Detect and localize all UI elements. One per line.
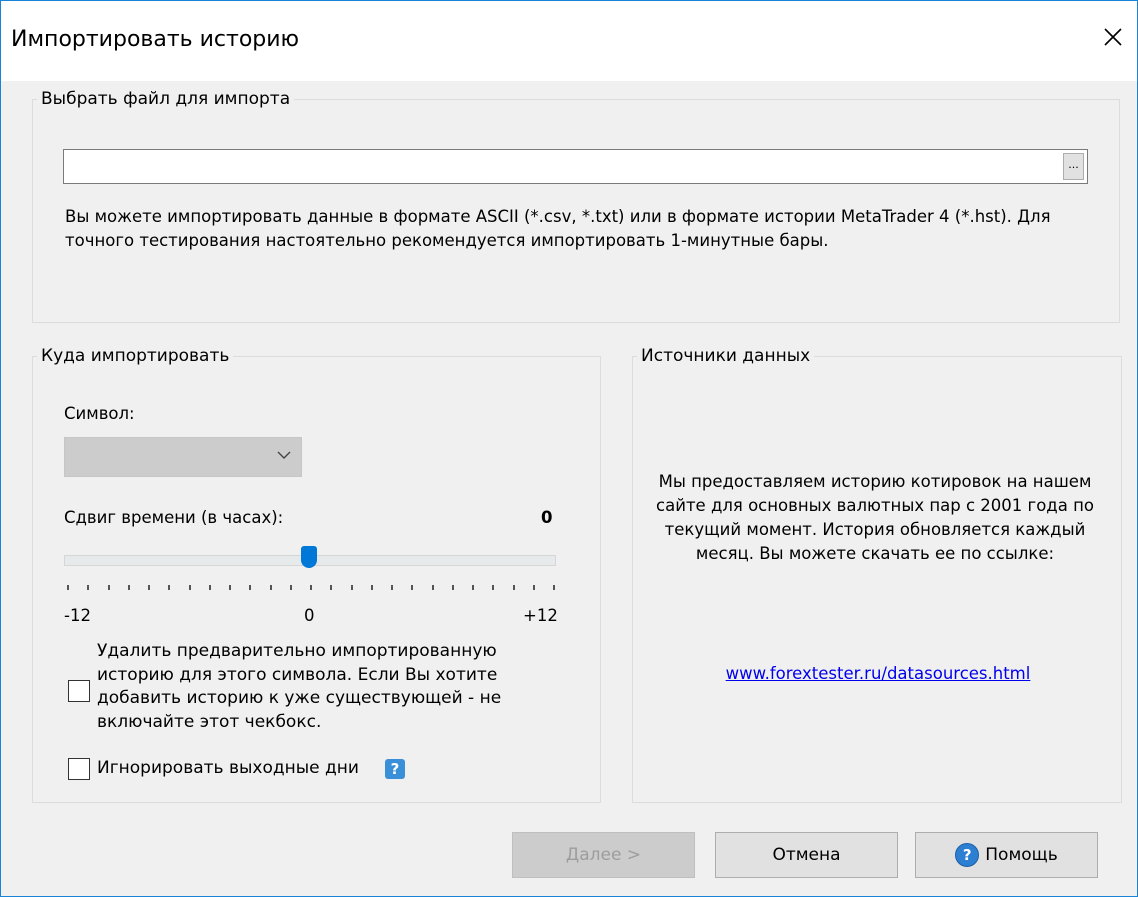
slider-tick xyxy=(148,585,150,590)
slider-tick xyxy=(168,585,171,590)
slider-tick xyxy=(269,585,272,590)
slider-tick xyxy=(229,585,231,590)
slider-tick xyxy=(188,585,191,590)
help-circle-icon: ? xyxy=(955,843,980,867)
symbol-label: Символ: xyxy=(64,404,135,423)
data-sources-legend: Источники данных xyxy=(641,346,811,366)
slider-tick xyxy=(553,585,555,590)
slider-tick xyxy=(391,585,393,590)
cancel-button[interactable]: Отмена xyxy=(715,832,898,878)
import-history-dialog: Импортировать историю Выбрать файл для и… xyxy=(0,0,1138,897)
data-sources-link[interactable]: www.forextester.ru/datasources.html xyxy=(633,664,1123,683)
file-path-input[interactable]: ... xyxy=(63,149,1088,184)
file-group-legend: Выбрать файл для импорта xyxy=(41,89,291,109)
time-shift-thumb[interactable] xyxy=(301,546,317,568)
slider-tick xyxy=(431,585,434,590)
slider-tick xyxy=(451,585,454,590)
slider-tick xyxy=(492,585,495,590)
slider-tick xyxy=(411,585,414,590)
close-button[interactable] xyxy=(1093,15,1133,59)
slider-tick xyxy=(472,585,474,590)
file-description: Вы можете импортировать данные в формате… xyxy=(65,207,1051,250)
slider-tick xyxy=(67,585,69,590)
slider-tick xyxy=(370,585,373,590)
slider-tick xyxy=(249,585,252,590)
time-shift-min-label: -12 xyxy=(64,606,91,625)
help-button[interactable]: ? Помощь xyxy=(915,832,1098,878)
time-shift-label: Сдвиг времени (в часах): xyxy=(64,508,284,527)
slider-tick xyxy=(350,585,353,590)
help-icon[interactable]: ? xyxy=(385,759,405,779)
data-sources-text: Мы предоставляем историю котировок на на… xyxy=(656,472,1094,563)
slider-tick xyxy=(512,585,515,590)
target-group: Куда импортировать Символ: Сдвиг времени… xyxy=(32,346,601,803)
delete-history-label: Удалить предварительно импортированную и… xyxy=(97,641,502,732)
data-sources-group: Источники данных Мы предоставляем истори… xyxy=(632,346,1122,803)
slider-tick xyxy=(289,585,292,590)
close-icon xyxy=(1104,28,1122,46)
help-button-label: Помощь xyxy=(985,845,1058,865)
slider-tick xyxy=(330,585,333,590)
file-group: Выбрать файл для импорта ... Вы можете и… xyxy=(32,89,1120,323)
time-shift-max-label: +12 xyxy=(523,606,558,625)
dialog-title: Импортировать историю xyxy=(11,27,300,52)
target-group-legend: Куда импортировать xyxy=(41,346,230,366)
symbol-select[interactable] xyxy=(64,437,302,477)
browse-button[interactable]: ... xyxy=(1063,153,1084,180)
chevron-down-icon xyxy=(277,451,291,459)
ignore-weekends-label: Игнорировать выходные дни xyxy=(97,758,359,778)
slider-tick xyxy=(127,585,130,590)
time-shift-mid-label: 0 xyxy=(304,606,315,625)
slider-tick xyxy=(208,585,211,590)
ignore-weekends-checkbox[interactable] xyxy=(68,758,90,780)
title-bar: Импортировать историю xyxy=(1,1,1137,81)
slider-tick xyxy=(532,585,535,590)
time-shift-value: 0 xyxy=(541,508,553,527)
delete-history-checkbox[interactable] xyxy=(68,680,90,702)
slider-tick xyxy=(87,585,90,590)
next-button[interactable]: Далее > xyxy=(512,832,695,878)
slider-tick xyxy=(107,585,110,590)
slider-tick xyxy=(310,585,312,590)
